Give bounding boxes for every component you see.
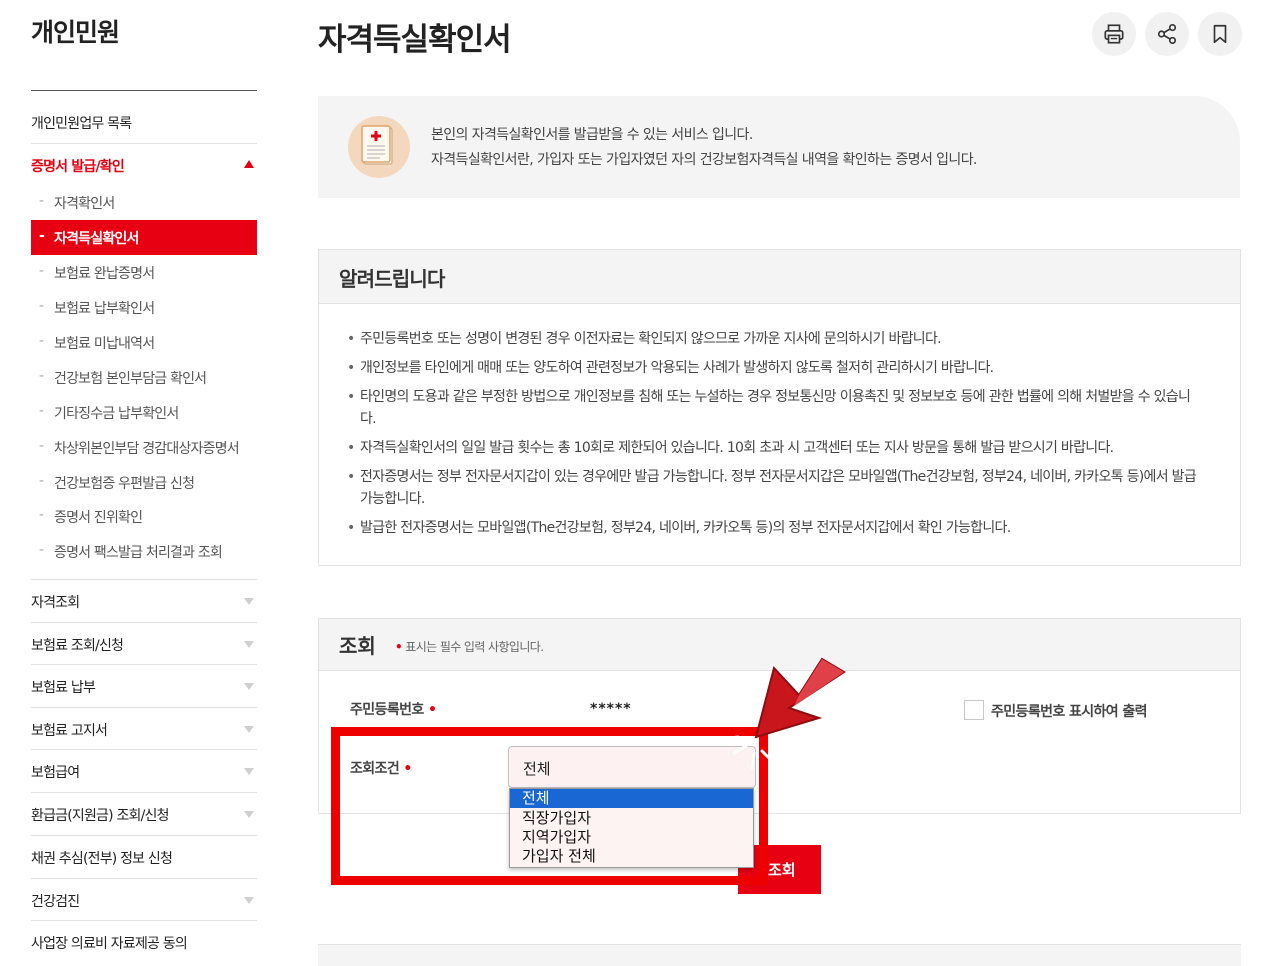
- sidebar-divider: [31, 749, 257, 750]
- share-icon: [1157, 24, 1177, 44]
- search-button-label: 조회: [768, 861, 796, 879]
- notice-title: 알려드립니다: [339, 267, 445, 291]
- chevron-down-icon: [244, 598, 254, 605]
- sidebar-subitem-label: 건강보험증 우편발급 신청: [54, 476, 195, 492]
- sidebar-item-label: 보험료 조회/신청: [31, 638, 124, 654]
- sidebar-subitem-card-mail[interactable]: - 건강보험증 우편발급 신청: [31, 465, 257, 498]
- notice-item: 전자증명서는 정부 전자문서지갑이 있는 경우에만 발급 가능합니다. 정부 전…: [347, 466, 1197, 510]
- notice-box: 알려드립니다 주민등록번호 또는 성명이 변경된 경우 이전자료는 확인되지 않…: [318, 249, 1241, 566]
- sidebar-subitem-reduction-target[interactable]: - 차상위본인부담 경감대상자증명서: [31, 430, 257, 463]
- sidebar-subitem-label: 보험료 미납내역서: [54, 336, 155, 352]
- share-button[interactable]: [1145, 12, 1189, 56]
- rrn-value: *****: [590, 701, 632, 717]
- notice-item: 발급한 전자증명서는 모바일앱(The건강보험, 정부24, 네이버, 카카오톡…: [347, 517, 1197, 539]
- sidebar-subitem-label: 자격득실확인서: [54, 231, 139, 247]
- caret-up-icon: [244, 160, 254, 168]
- page-title: 자격득실확인서: [318, 22, 512, 58]
- sidebar-subitem-qualification-check[interactable]: - 자격확인서: [31, 185, 257, 218]
- next-section: [318, 944, 1241, 966]
- chevron-down-icon: [244, 683, 254, 690]
- required-mark: •: [427, 702, 437, 718]
- intro-text: 본인의 자격득실확인서를 발급받을 수 있는 서비스 입니다.: [431, 127, 753, 143]
- sidebar-subitem-label: 증명서 팩스발급 처리결과 조회: [54, 545, 223, 561]
- sidebar-divider: [31, 579, 257, 580]
- intro-text: 자격득실확인서란, 가입자 또는 가입자였던 자의 건강보험자격득실 내역을 확…: [431, 152, 977, 168]
- sidebar-divider: [31, 143, 257, 144]
- sidebar-subitem-label: 건강보험 본인부담금 확인서: [54, 371, 207, 387]
- sidebar-item-label: 보험급여: [31, 765, 80, 781]
- printer-icon: [1104, 24, 1124, 44]
- print-button[interactable]: [1092, 12, 1136, 56]
- sidebar-divider: [31, 707, 257, 708]
- sidebar-divider: [31, 622, 257, 623]
- sidebar-divider: [31, 664, 257, 665]
- sidebar-item-label: 개인민원업무 목록: [31, 116, 132, 132]
- document-icon: [348, 116, 410, 178]
- sidebar-subitem-label: 증명서 진위확인: [54, 510, 143, 526]
- sidebar-divider: [31, 835, 257, 836]
- required-note: • 표시는 필수 입력 사항입니다.: [395, 638, 544, 655]
- sidebar-divider: [31, 878, 257, 879]
- sidebar-item-label: 보험료 고지서: [31, 723, 108, 739]
- sidebar-subitem-qualification-history[interactable]: - 자격득실확인서: [31, 220, 257, 255]
- show-rrn-checkbox-label[interactable]: 주민등록번호 표시하여 출력: [991, 701, 1148, 721]
- rrn-label: 주민등록번호 •: [350, 702, 437, 718]
- sidebar-item-label: 자격조회: [31, 595, 80, 611]
- bookmark-button[interactable]: [1198, 12, 1242, 56]
- notice-item: 주민등록번호 또는 성명이 변경된 경우 이전자료는 확인되지 않으므로 가까운…: [347, 328, 1197, 350]
- notice-item: 타인명의 도용과 같은 부정한 방법으로 개인정보를 침해 또는 누설하는 경우…: [347, 386, 1197, 430]
- intro-box: 본인의 자격득실확인서를 발급받을 수 있는 서비스 입니다. 자격득실확인서란…: [318, 96, 1240, 198]
- sidebar-divider: [31, 792, 257, 793]
- required-mark: •: [395, 640, 403, 654]
- bookmark-icon: [1213, 24, 1227, 44]
- sidebar-subitem-payment-confirm[interactable]: - 보험료 납부확인서: [31, 290, 257, 323]
- search-title: 조회: [339, 634, 376, 658]
- notice-item: 개인정보를 타인에게 매매 또는 양도하여 관련정보가 악용되는 사례가 발생하…: [347, 357, 1197, 379]
- sidebar-divider: [31, 920, 257, 921]
- sidebar-subitem-authenticity[interactable]: - 증명서 진위확인: [31, 499, 257, 532]
- notice-item: 자격득실확인서의 일일 발급 횟수는 총 10회로 제한되어 있습니다. 10회…: [347, 437, 1197, 459]
- sidebar-subitem-label: 자격확인서: [54, 196, 115, 212]
- sidebar-title: 개인민원: [31, 18, 120, 47]
- chevron-down-icon: [244, 897, 254, 904]
- chevron-down-icon: [244, 726, 254, 733]
- sidebar-subitem-label: 보험료 납부확인서: [54, 301, 155, 317]
- sidebar-item-label: 사업장 의료비 자료제공 동의: [31, 936, 188, 952]
- chevron-down-icon: [244, 768, 254, 775]
- sidebar-item-label: 채권 추심(전부) 정보 신청: [31, 851, 173, 867]
- sidebar-divider: [31, 90, 257, 91]
- sidebar-subitem-other-collection[interactable]: - 기타징수금 납부확인서: [31, 395, 257, 428]
- sidebar-subitem-copay[interactable]: - 건강보험 본인부담금 확인서: [31, 360, 257, 393]
- chevron-down-icon: [244, 641, 254, 648]
- sidebar-item-label: 보험료 납부: [31, 680, 96, 696]
- sidebar-subitem-fax-result[interactable]: - 증명서 팩스발급 처리결과 조회: [31, 534, 257, 567]
- sidebar-subitem-label: 차상위본인부담 경감대상자증명서: [54, 441, 240, 457]
- pointer-arrow-icon: [722, 657, 846, 770]
- sidebar-subitem-label: 기타징수금 납부확인서: [54, 406, 179, 422]
- highlight-box: [331, 727, 768, 885]
- show-rrn-checkbox[interactable]: [964, 700, 984, 720]
- sidebar-subitem-label: 보험료 완납증명서: [54, 266, 155, 282]
- sidebar-subitem-unpaid[interactable]: - 보험료 미납내역서: [31, 325, 257, 358]
- notice-list: 주민등록번호 또는 성명이 변경된 경우 이전자료는 확인되지 않으므로 가까운…: [347, 328, 1197, 546]
- sidebar-item-label: 건강검진: [31, 894, 80, 910]
- sidebar-subitem-payment-complete[interactable]: - 보험료 완납증명서: [31, 255, 257, 288]
- chevron-down-icon: [244, 811, 254, 818]
- sidebar-item-label: 환급금(지원금) 조회/신청: [31, 808, 170, 824]
- sidebar-item-label: 증명서 발급/확인: [31, 159, 125, 175]
- notice-header: 알려드립니다: [319, 250, 1240, 304]
- required-note-text: 표시는 필수 입력 사항입니다.: [405, 640, 544, 654]
